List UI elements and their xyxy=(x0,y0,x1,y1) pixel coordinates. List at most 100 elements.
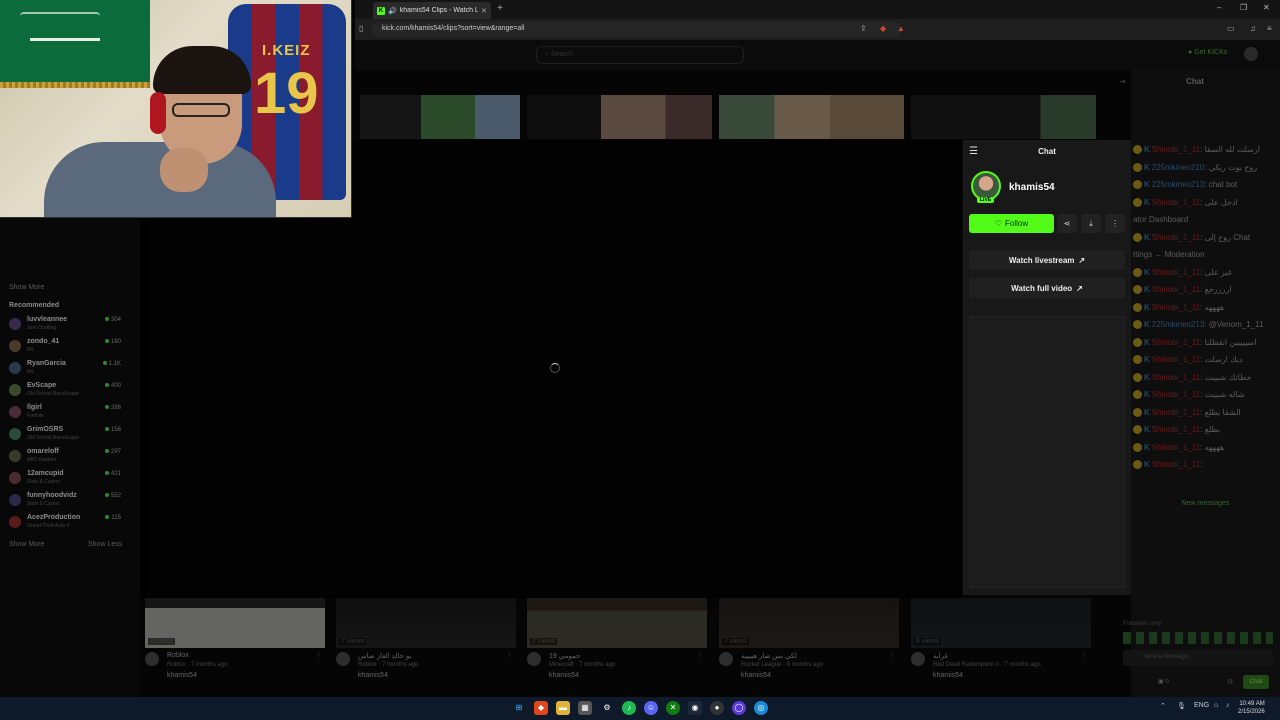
chat-username[interactable]: Shinobi_1_11 xyxy=(1152,233,1200,242)
maximize-button[interactable]: ❐ xyxy=(1240,3,1247,12)
clip-channel[interactable]: khamis54 xyxy=(358,672,388,679)
chat-username[interactable]: Shinobi_1_11 xyxy=(1152,425,1200,434)
tray-chevron-icon[interactable]: ⌃ xyxy=(1160,702,1166,710)
discord-icon[interactable]: ☺ xyxy=(644,701,658,715)
close-window-button[interactable]: ✕ xyxy=(1263,3,1270,12)
clip-title[interactable]: غرابه xyxy=(933,652,948,660)
obs-icon[interactable]: ● xyxy=(710,701,724,715)
clip-thumbnail[interactable]: 7 views xyxy=(336,598,516,648)
browser-tab[interactable]: K 🔊 khamis54 Clips - Watch Live ✕ xyxy=(373,2,491,19)
get-kicks-button[interactable]: ● Get KICKs xyxy=(1188,49,1227,56)
share-button[interactable]: ⋖ xyxy=(1057,214,1077,233)
kebab-menu-icon[interactable]: ⋮ xyxy=(506,652,513,660)
chat-message-input[interactable]: Send a message... xyxy=(1123,650,1273,666)
bookmark-icon[interactable]: ▯ xyxy=(359,24,363,33)
collapse-menu-icon[interactable]: ☰ xyxy=(969,146,978,157)
media-icon[interactable]: ♫ xyxy=(1250,24,1256,33)
chat-username[interactable]: Shinobi_1_11 xyxy=(1152,355,1200,364)
clip-thumbnail[interactable]: 7 views xyxy=(527,598,707,648)
chat-username[interactable]: Shinobi_1_11 xyxy=(1152,443,1200,452)
clip-thumbnail[interactable] xyxy=(527,95,712,139)
system-clock[interactable]: 10:49 AM 2/15/2026 xyxy=(1238,700,1265,716)
clip-title[interactable]: 19 حمومي xyxy=(549,652,580,660)
download-button[interactable]: ⤓ xyxy=(1081,214,1101,233)
show-more-link[interactable]: Show More xyxy=(9,541,44,548)
collapse-chat-icon[interactable]: ⇥ xyxy=(1119,77,1126,86)
new-tab-button[interactable]: + xyxy=(497,3,503,14)
app-icon[interactable]: ◯ xyxy=(732,701,746,715)
kebab-menu-icon[interactable]: ⋮ xyxy=(315,652,322,660)
chat-username[interactable]: Shinobi_1_11 xyxy=(1152,145,1200,154)
chrome-icon[interactable]: ◎ xyxy=(754,701,768,715)
channel-name[interactable]: khamis54 xyxy=(1009,182,1055,193)
chat-username[interactable]: Shinobi_1_11 xyxy=(1152,460,1200,469)
steam-client-icon[interactable]: ◉ xyxy=(688,701,702,715)
kebab-menu-icon[interactable]: ⋮ xyxy=(889,652,896,660)
recommended-channel[interactable]: funnyhoodvidz Slots & Casino 552 xyxy=(9,492,121,514)
chat-settings-icon[interactable]: ⚙ xyxy=(1227,678,1233,686)
chat-username[interactable]: Shinobi_1_11 xyxy=(1152,408,1200,417)
clip-thumbnail[interactable] xyxy=(911,95,1096,139)
start-icon[interactable]: ⊞ xyxy=(512,701,526,715)
volume-icon[interactable]: ♪ xyxy=(1226,702,1230,709)
chat-username[interactable]: Shinobi_1_11 xyxy=(1152,268,1200,277)
clip-channel[interactable]: khamis54 xyxy=(549,672,579,679)
channel-avatar[interactable] xyxy=(145,652,159,666)
clip-title[interactable]: لكي بس صار هييييه xyxy=(741,652,797,660)
watch-full-video-button[interactable]: Watch full video ↗ xyxy=(969,278,1125,298)
brave-icon[interactable]: ◆ xyxy=(534,701,548,715)
recommended-channel[interactable]: zondo_41 IRL 180 xyxy=(9,338,121,360)
clip-channel[interactable]: khamis54 xyxy=(741,672,771,679)
chat-username[interactable]: Shinobi_1_11 xyxy=(1152,390,1200,399)
chat-username[interactable]: 225mkinen213 xyxy=(1152,180,1204,189)
xbox-icon[interactable]: ✕ xyxy=(666,701,680,715)
calendar-icon[interactable]: ▦ xyxy=(578,701,592,715)
recommended-channel[interactable]: AcezProduction Grand Theft Auto V 115 xyxy=(9,514,121,536)
show-more-top[interactable]: Show More xyxy=(9,284,44,291)
spotify-icon[interactable]: ♪ xyxy=(622,701,636,715)
channel-avatar[interactable] xyxy=(719,652,733,666)
language-indicator[interactable]: ENG xyxy=(1194,702,1209,709)
clip-thumbnail[interactable] xyxy=(719,95,904,139)
emote-row[interactable] xyxy=(1123,632,1273,644)
more-options-button[interactable]: ⋮ xyxy=(1105,214,1125,233)
clip-thumbnail[interactable] xyxy=(360,95,520,139)
clip-thumbnail[interactable]: 6 views xyxy=(911,598,1091,648)
kebab-menu-icon[interactable]: ⋮ xyxy=(1081,652,1088,660)
clip-thumbnail[interactable]: 7 views xyxy=(719,598,899,648)
chat-username[interactable]: Shinobi_1_11 xyxy=(1152,198,1200,207)
chat-send-button[interactable]: Chat xyxy=(1243,675,1269,689)
share-icon[interactable]: ⇪ xyxy=(860,24,867,33)
brave-rewards-icon[interactable]: ▲ xyxy=(897,24,905,33)
recommended-channel[interactable]: llgirl Fortnite 286 xyxy=(9,404,121,426)
user-avatar[interactable] xyxy=(1244,47,1258,61)
chat-username[interactable]: 225mkinen213 xyxy=(1152,320,1204,329)
recommended-channel[interactable]: RyanGarcia IRL 1.1K xyxy=(9,360,121,382)
menu-icon[interactable]: ≡ xyxy=(1267,24,1272,33)
recommended-channel[interactable]: omareloff ARC Raiders 297 xyxy=(9,448,121,470)
minimize-button[interactable]: – xyxy=(1217,3,1221,12)
brave-shield-icon[interactable]: ◆ xyxy=(880,24,886,33)
search-input[interactable]: ⌕ Search xyxy=(536,46,744,64)
recommended-channel[interactable]: luvvleannee Just Chatting 304 xyxy=(9,316,121,338)
clip-thumbnail[interactable]: 7 views xyxy=(145,598,325,648)
tab-close-icon[interactable]: ✕ xyxy=(481,7,487,15)
chat-username[interactable]: 225mkinen210 xyxy=(1152,163,1204,172)
network-icon[interactable]: ⌂ xyxy=(1214,702,1218,709)
show-less-link[interactable]: Show Less xyxy=(88,541,122,548)
file-explorer-icon[interactable]: ▬ xyxy=(556,701,570,715)
kebab-menu-icon[interactable]: ⋮ xyxy=(697,652,704,660)
chat-username[interactable]: Shinobi_1_11 xyxy=(1152,373,1200,382)
steam-icon[interactable]: ⚙ xyxy=(600,701,614,715)
mic-icon[interactable]: 🎙 xyxy=(1177,702,1186,710)
chat-username[interactable]: Shinobi_1_11 xyxy=(1152,338,1200,347)
follow-button[interactable]: ♡ Follow xyxy=(969,214,1054,233)
sidebar-toggle-icon[interactable]: ▭ xyxy=(1227,24,1235,33)
channel-avatar[interactable] xyxy=(336,652,350,666)
channel-avatar[interactable] xyxy=(527,652,541,666)
recommended-channel[interactable]: EvScape Old School RuneScape 400 xyxy=(9,382,121,404)
url-input[interactable]: kick.com/khamis54/clips?sort=view&range=… xyxy=(372,22,902,37)
clip-channel[interactable]: khamis54 xyxy=(167,672,197,679)
chat-username[interactable]: Shinobi_1_11 xyxy=(1152,303,1200,312)
channel-avatar[interactable] xyxy=(911,652,925,666)
